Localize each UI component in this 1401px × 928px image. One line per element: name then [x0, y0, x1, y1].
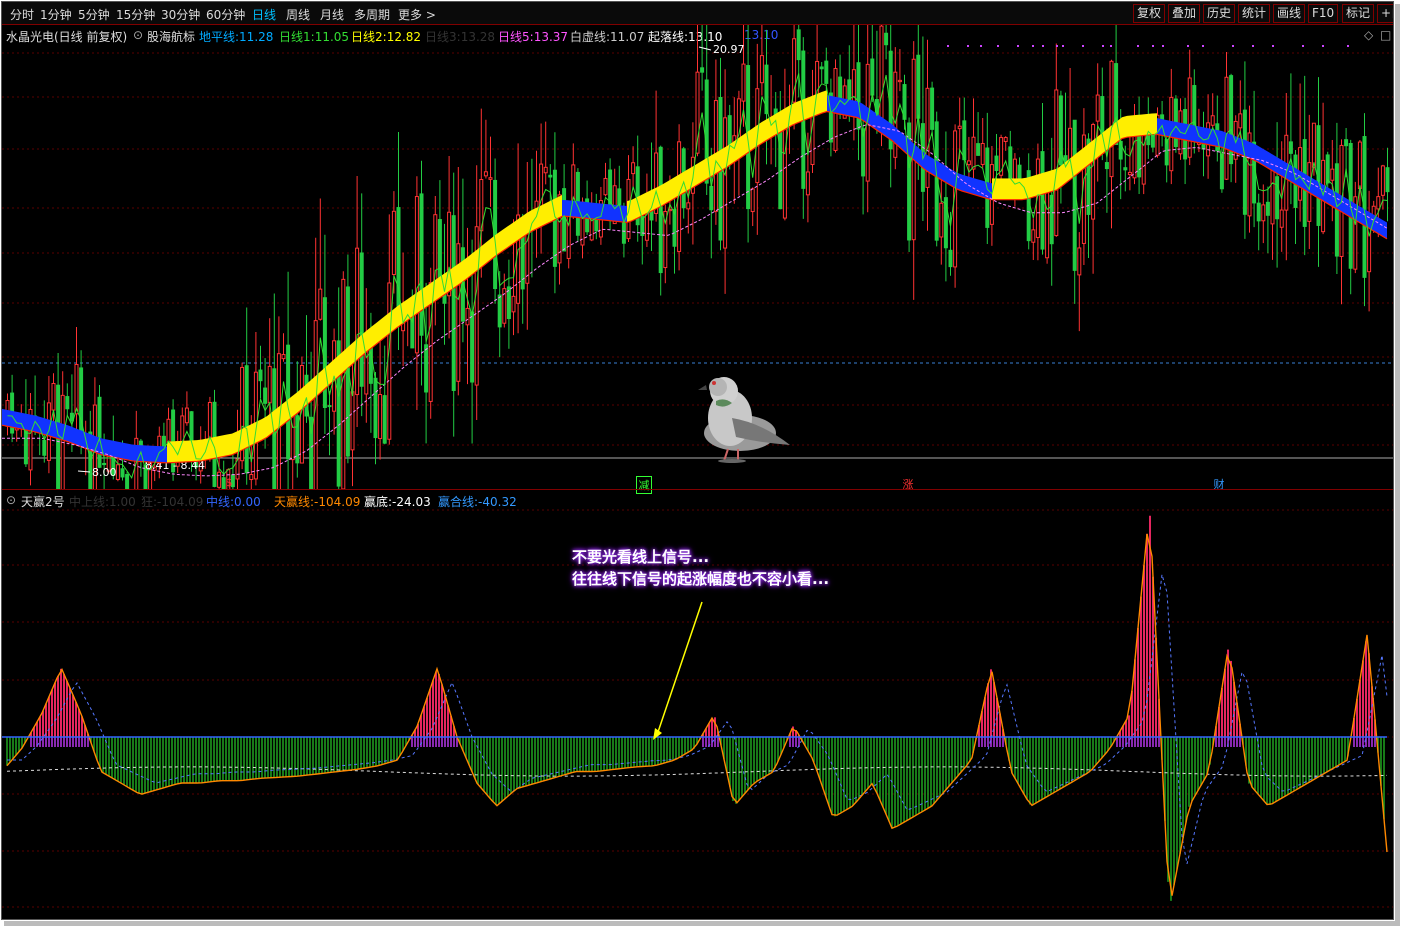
window-shadow-bottom [4, 921, 1400, 926]
green-histogram [6, 737, 1385, 901]
chart-window: 分时 1分钟 5分钟 15分钟 30分钟 60分钟 日线 周线 月线 多周期 更… [1, 1, 1394, 920]
annotation-line-2: 往往线下信号的起涨幅度也不容小看... [572, 570, 830, 588]
annotation-line-1: 不要光看线上信号... [572, 548, 710, 566]
annotation-callout: 不要光看线上信号... 往往线下信号的起涨幅度也不容小看... [572, 546, 829, 590]
window-shadow-right [1395, 4, 1400, 924]
sub-indicator-chart[interactable] [2, 2, 1393, 920]
